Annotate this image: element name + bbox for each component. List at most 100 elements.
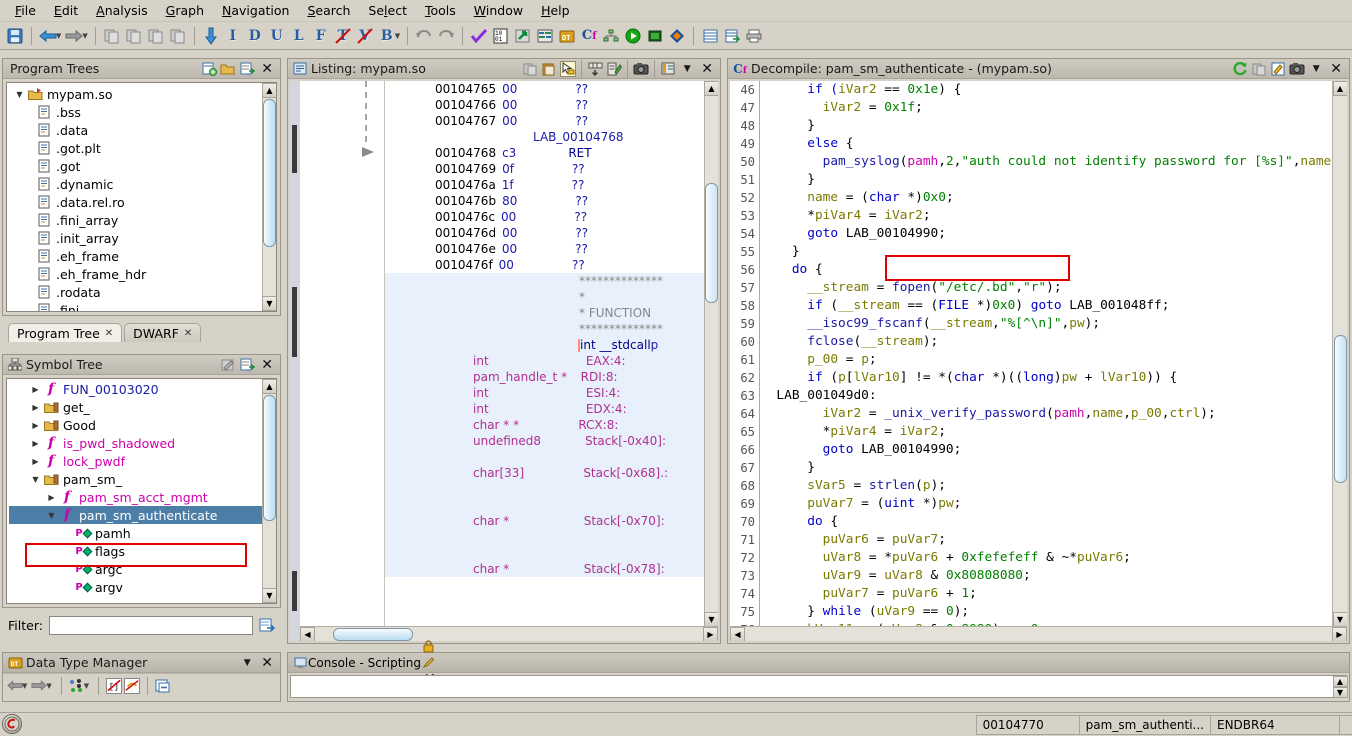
- expand-handle[interactable]: ▶: [29, 403, 42, 412]
- toolbar-letter-T-disabled[interactable]: T: [332, 25, 354, 47]
- listing-row[interactable]: *: [385, 289, 704, 305]
- program-tree-item[interactable]: .fini_array: [9, 211, 276, 229]
- scroll-up-arrow[interactable]: ▲: [1332, 81, 1347, 96]
- symbol-tree-item-is_pwd_shadowed[interactable]: ▶ f is_pwd_shadowed: [9, 434, 276, 452]
- symbol-tree-item-argv[interactable]: Pargv: [9, 578, 276, 596]
- symbol-tree-item-Good[interactable]: ▶ Good: [9, 416, 276, 434]
- snapshot-icon[interactable]: [633, 61, 649, 77]
- program-tree-item[interactable]: .bss: [9, 103, 276, 121]
- listing-row[interactable]: char * Stack[-0x70]:: [385, 513, 704, 529]
- check-icon[interactable]: [468, 25, 490, 47]
- decompile-code-area[interactable]: 46 47 48 49 50 51 52 53 54 55 56 57 58 59 60 61 62 63 64 65…: [730, 81, 1347, 641]
- save-icon[interactable]: [4, 25, 26, 47]
- symbol-tree-item-argc[interactable]: Pargc: [9, 560, 276, 578]
- listing-row[interactable]: int __stdcall p: [385, 337, 704, 353]
- listing-row[interactable]: pam_handle_t * RDI:8:: [385, 369, 704, 385]
- toolbar-letter-F[interactable]: F: [310, 25, 332, 47]
- decompile-line[interactable]: }: [761, 243, 1331, 261]
- print-icon[interactable]: [743, 25, 765, 47]
- scroll-down-arrow[interactable]: ▼: [262, 588, 276, 603]
- down-arrow-icon[interactable]: [200, 25, 222, 47]
- decompile-line[interactable]: } while (uVar9 == 0);: [761, 603, 1331, 621]
- program-tree-item[interactable]: .dynamic: [9, 175, 276, 193]
- scroll-up-arrow[interactable]: ▲: [262, 83, 276, 98]
- function-graph-icon[interactable]: Cf: [578, 25, 600, 47]
- edit-icon[interactable]: [1270, 61, 1286, 77]
- decompile-line[interactable]: else {: [761, 135, 1331, 153]
- scroll-down-arrow[interactable]: ▼: [704, 612, 718, 627]
- program-tree-item[interactable]: .init_array: [9, 229, 276, 247]
- symbol-tree-item-pamh[interactable]: Ppamh: [9, 524, 276, 542]
- scroll-left-arrow[interactable]: ◀: [300, 626, 315, 641]
- listing-row[interactable]: 0010476d 00??: [385, 225, 704, 241]
- scroll-down-arrow[interactable]: ▼: [1332, 687, 1348, 698]
- program-tree-item[interactable]: .fini: [9, 301, 276, 311]
- console-scrollbar[interactable]: ▲ ▼: [1332, 676, 1348, 698]
- menu-item-help[interactable]: Help: [532, 1, 579, 20]
- tree-icon[interactable]: [69, 678, 85, 694]
- listing-row[interactable]: **************: [385, 321, 704, 337]
- decompile-line[interactable]: if (__stream == (FILE *)0x0) goto LAB_00…: [761, 297, 1331, 315]
- open-folder-icon[interactable]: [220, 61, 236, 77]
- listing-row[interactable]: int ESI:4:: [385, 385, 704, 401]
- menu-item-search[interactable]: Search: [298, 1, 359, 20]
- layout-icon[interactable]: [660, 61, 676, 77]
- listing-hscrollbar[interactable]: ◀ ▶: [300, 626, 718, 641]
- listing-row[interactable]: 0010476b 80??: [385, 193, 704, 209]
- decompile-line[interactable]: fclose(__stream);: [761, 333, 1331, 351]
- collapse-icon[interactable]: [239, 61, 255, 77]
- cursor-highlight-icon[interactable]: [560, 60, 577, 77]
- toolbar-letter-B[interactable]: B: [376, 25, 398, 47]
- program-tree-item[interactable]: .got.plt: [9, 139, 276, 157]
- listing-code-area[interactable]: 00104765 00?? 00104766 00?? 00104767 00?? LAB_…: [384, 81, 704, 627]
- tab-program-tree[interactable]: Program Tree ✕: [8, 323, 123, 342]
- decompile-line[interactable]: iVar2 = 0x1f;: [761, 99, 1331, 117]
- decompile-line[interactable]: puVar7 = puVar6 + 1;: [761, 585, 1331, 603]
- tab-close-icon[interactable]: ✕: [184, 328, 192, 339]
- listing-row[interactable]: [385, 481, 704, 497]
- program-tree-item[interactable]: .data.rel.ro: [9, 193, 276, 211]
- decompile-line[interactable]: *piVar4 = iVar2;: [761, 207, 1331, 225]
- listing-row[interactable]: 00104768 c3 RET: [385, 145, 704, 161]
- program-tree-item[interactable]: .data: [9, 121, 276, 139]
- symbol-tree-item-pam_sm_[interactable]: ▼ pam_sm_: [9, 470, 276, 488]
- toolbar-letter-D[interactable]: D: [244, 25, 266, 47]
- expand-handle[interactable]: ▶: [29, 421, 42, 430]
- tab-close-icon[interactable]: ✕: [105, 328, 113, 339]
- scroll-down-arrow[interactable]: ▼: [262, 296, 276, 311]
- expand-handle[interactable]: ▼: [29, 475, 42, 484]
- forward-arrow-icon[interactable]: [63, 25, 85, 47]
- decompile-line[interactable]: __isoc99_fscanf(__stream,"%[^\n]",pw);: [761, 315, 1331, 333]
- toggle-fields-icon[interactable]: [587, 61, 603, 77]
- close-icon[interactable]: ✕: [1327, 61, 1345, 77]
- scroll-thumb[interactable]: [333, 627, 413, 641]
- decompile-source[interactable]: if (iVar2 == 0x1e) { iVar2 = 0x1f; } els…: [761, 81, 1347, 641]
- listing-row[interactable]: undefined8 Stack[-0x40]:: [385, 433, 704, 449]
- symbol-tree-item-pam_sm_acct_mgmt[interactable]: ▶ f pam_sm_acct_mgmt: [9, 488, 276, 506]
- decompile-line[interactable]: if (p[lVar10] != *(char *)((long)pw + lV…: [761, 369, 1331, 387]
- program-tree-item[interactable]: .eh_frame: [9, 247, 276, 265]
- listing-row[interactable]: 00104767 00??: [385, 113, 704, 129]
- decompile-line[interactable]: sVar5 = strlen(p);: [761, 477, 1331, 495]
- filter-pointers-off-icon[interactable]: []: [106, 677, 123, 694]
- close-icon[interactable]: ✕: [698, 61, 716, 77]
- close-icon[interactable]: ✕: [258, 655, 276, 671]
- decompile-line[interactable]: pam_syslog(pamh,2,"auth could not identi…: [761, 153, 1347, 171]
- decompile-line[interactable]: uVar9 = uVar8 & 0x80808080;: [761, 567, 1331, 585]
- listing-row[interactable]: **************: [385, 273, 704, 289]
- data-type-manager-icon[interactable]: DT: [556, 25, 578, 47]
- filter-input[interactable]: [48, 615, 253, 635]
- decompile-line[interactable]: p_00 = p;: [761, 351, 1331, 369]
- export-icon[interactable]: [512, 25, 534, 47]
- toolbar-letter-V-disabled[interactable]: V: [354, 25, 376, 47]
- listing-row[interactable]: 0010476f 00??: [385, 257, 704, 273]
- diamond-icon[interactable]: [666, 25, 688, 47]
- decompile-line[interactable]: }: [761, 171, 1331, 189]
- close-icon[interactable]: ✕: [258, 61, 276, 77]
- decompile-line[interactable]: puVar7 = (uint *)pw;: [761, 495, 1331, 513]
- scroll-left-arrow[interactable]: ◀: [730, 626, 745, 641]
- scroll-thumb[interactable]: [263, 99, 276, 247]
- menu-item-window[interactable]: Window: [465, 1, 532, 20]
- edit-icon[interactable]: [220, 357, 236, 373]
- symbol-tree-item-get_[interactable]: ▶ get_: [9, 398, 276, 416]
